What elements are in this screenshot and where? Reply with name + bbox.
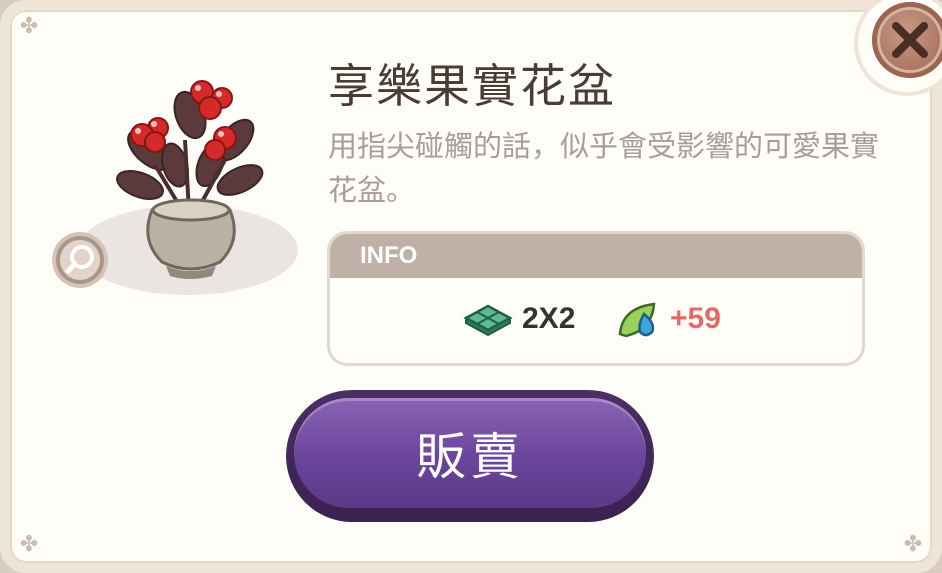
bonus-value: +59	[670, 302, 721, 335]
corner-ornament-icon: ✤	[19, 14, 39, 39]
item-title: 享樂果實花盆	[328, 59, 616, 113]
corner-ornament-icon: ✤	[19, 532, 39, 557]
close-button[interactable]	[872, 2, 942, 78]
item-description: 用指尖碰觸的話，似乎會受影響的可愛果實花盆。	[328, 129, 880, 207]
magnifier-icon	[56, 236, 104, 284]
info-header: INFO	[330, 234, 862, 278]
sell-button-label: 販賣	[294, 398, 646, 508]
zoom-button[interactable]	[52, 232, 108, 288]
leaf-drop-icon	[618, 302, 656, 338]
corner-ornament-icon: ✤	[903, 532, 923, 557]
sell-button[interactable]: 販賣	[286, 390, 654, 522]
close-icon	[892, 22, 928, 58]
size-value: 2X2	[522, 302, 576, 335]
info-panel: INFO 2X2 +59	[327, 231, 865, 366]
tile-size-icon	[463, 304, 513, 336]
